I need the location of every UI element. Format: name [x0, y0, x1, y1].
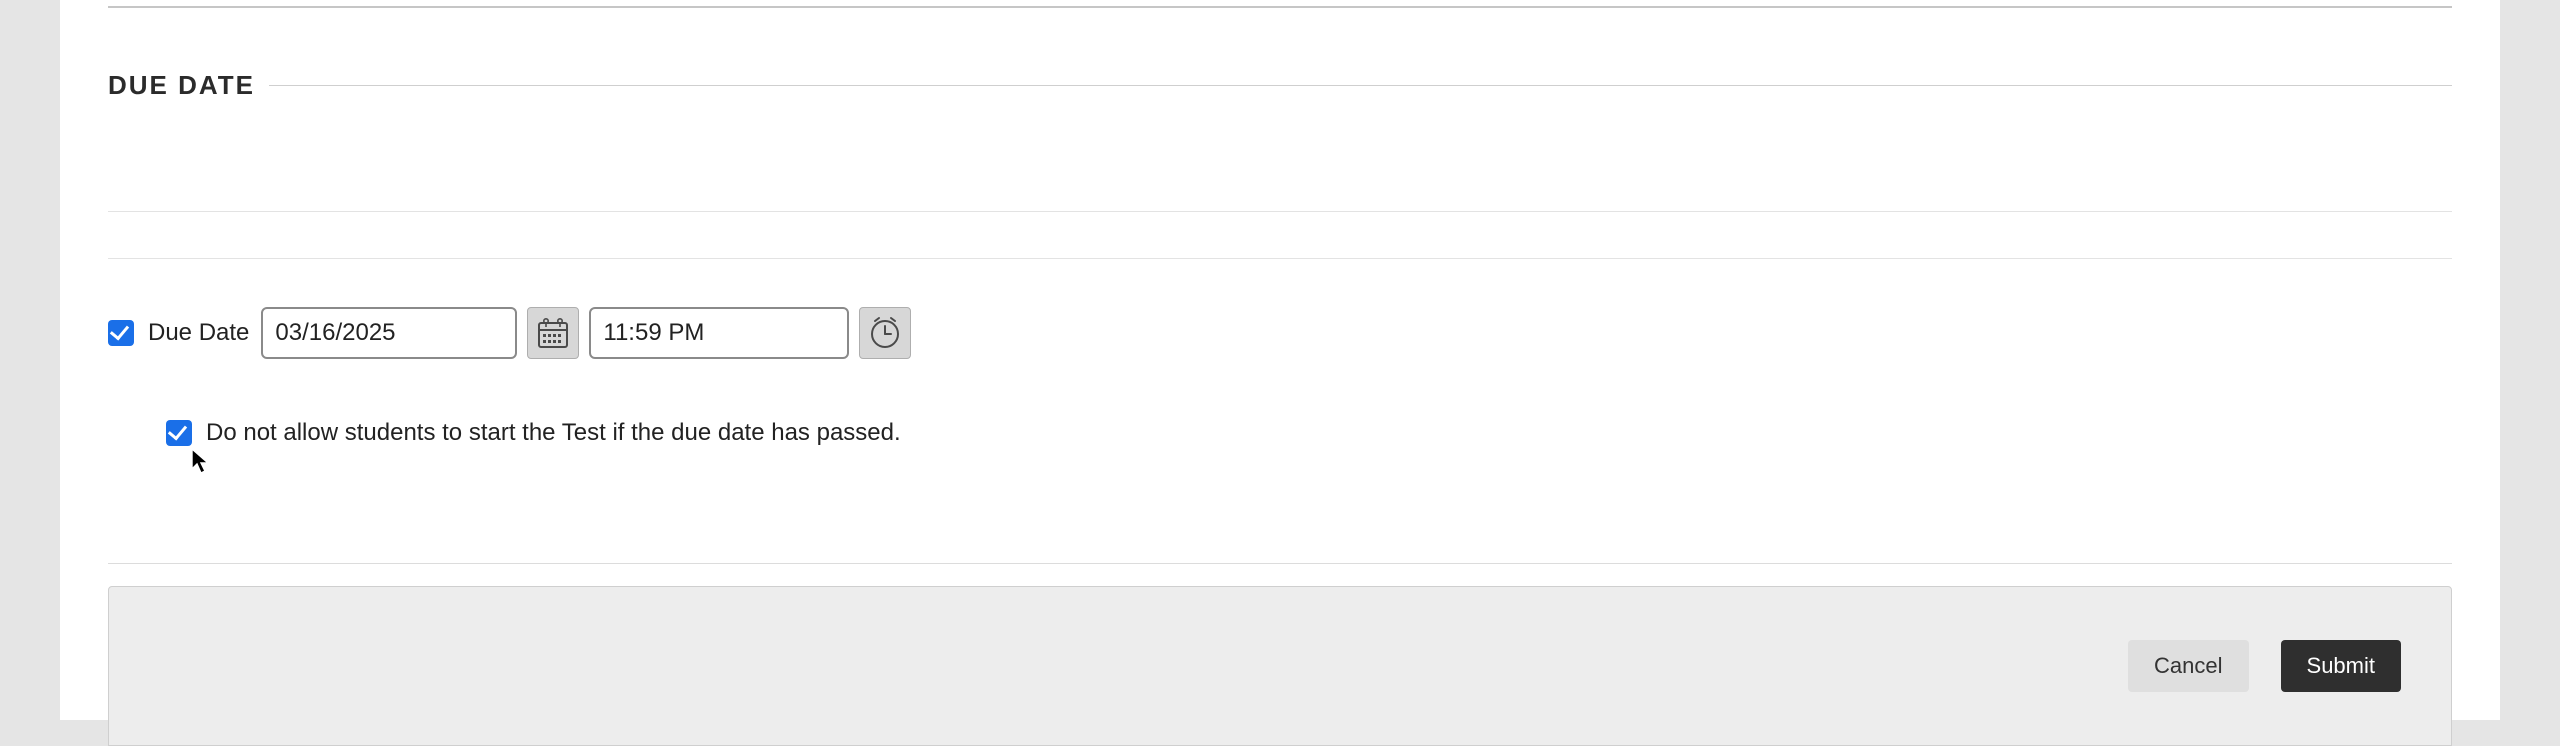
divider-1 — [108, 211, 2452, 212]
divider-bottom — [108, 563, 2452, 564]
cancel-button[interactable]: Cancel — [2128, 640, 2248, 692]
due-date-row: Due Date — [108, 307, 2452, 359]
content-area: DUE DATE Due Date — [78, 6, 2482, 746]
calendar-picker-button[interactable] — [527, 307, 579, 359]
submit-button[interactable]: Submit — [2281, 640, 2401, 692]
block-after-due-row: Do not allow students to start the Test … — [166, 419, 2452, 447]
top-divider — [108, 6, 2452, 8]
due-date-enable-checkbox[interactable] — [108, 320, 134, 346]
clock-icon — [867, 315, 903, 351]
footer-bar: Cancel Submit — [108, 586, 2452, 746]
block-after-due-checkbox[interactable] — [166, 420, 192, 446]
page-container: DUE DATE Due Date — [60, 0, 2500, 720]
divider-2 — [108, 258, 2452, 259]
calendar-icon — [536, 316, 570, 350]
section-heading-row: DUE DATE — [108, 70, 2452, 101]
section-heading: DUE DATE — [108, 70, 255, 101]
mouse-cursor-icon — [190, 447, 212, 475]
due-time-input[interactable] — [589, 307, 849, 359]
section-heading-rule — [269, 85, 2452, 86]
time-picker-button[interactable] — [859, 307, 911, 359]
due-date-label: Due Date — [148, 319, 249, 347]
block-after-due-label: Do not allow students to start the Test … — [206, 419, 901, 447]
due-date-input[interactable] — [261, 307, 517, 359]
